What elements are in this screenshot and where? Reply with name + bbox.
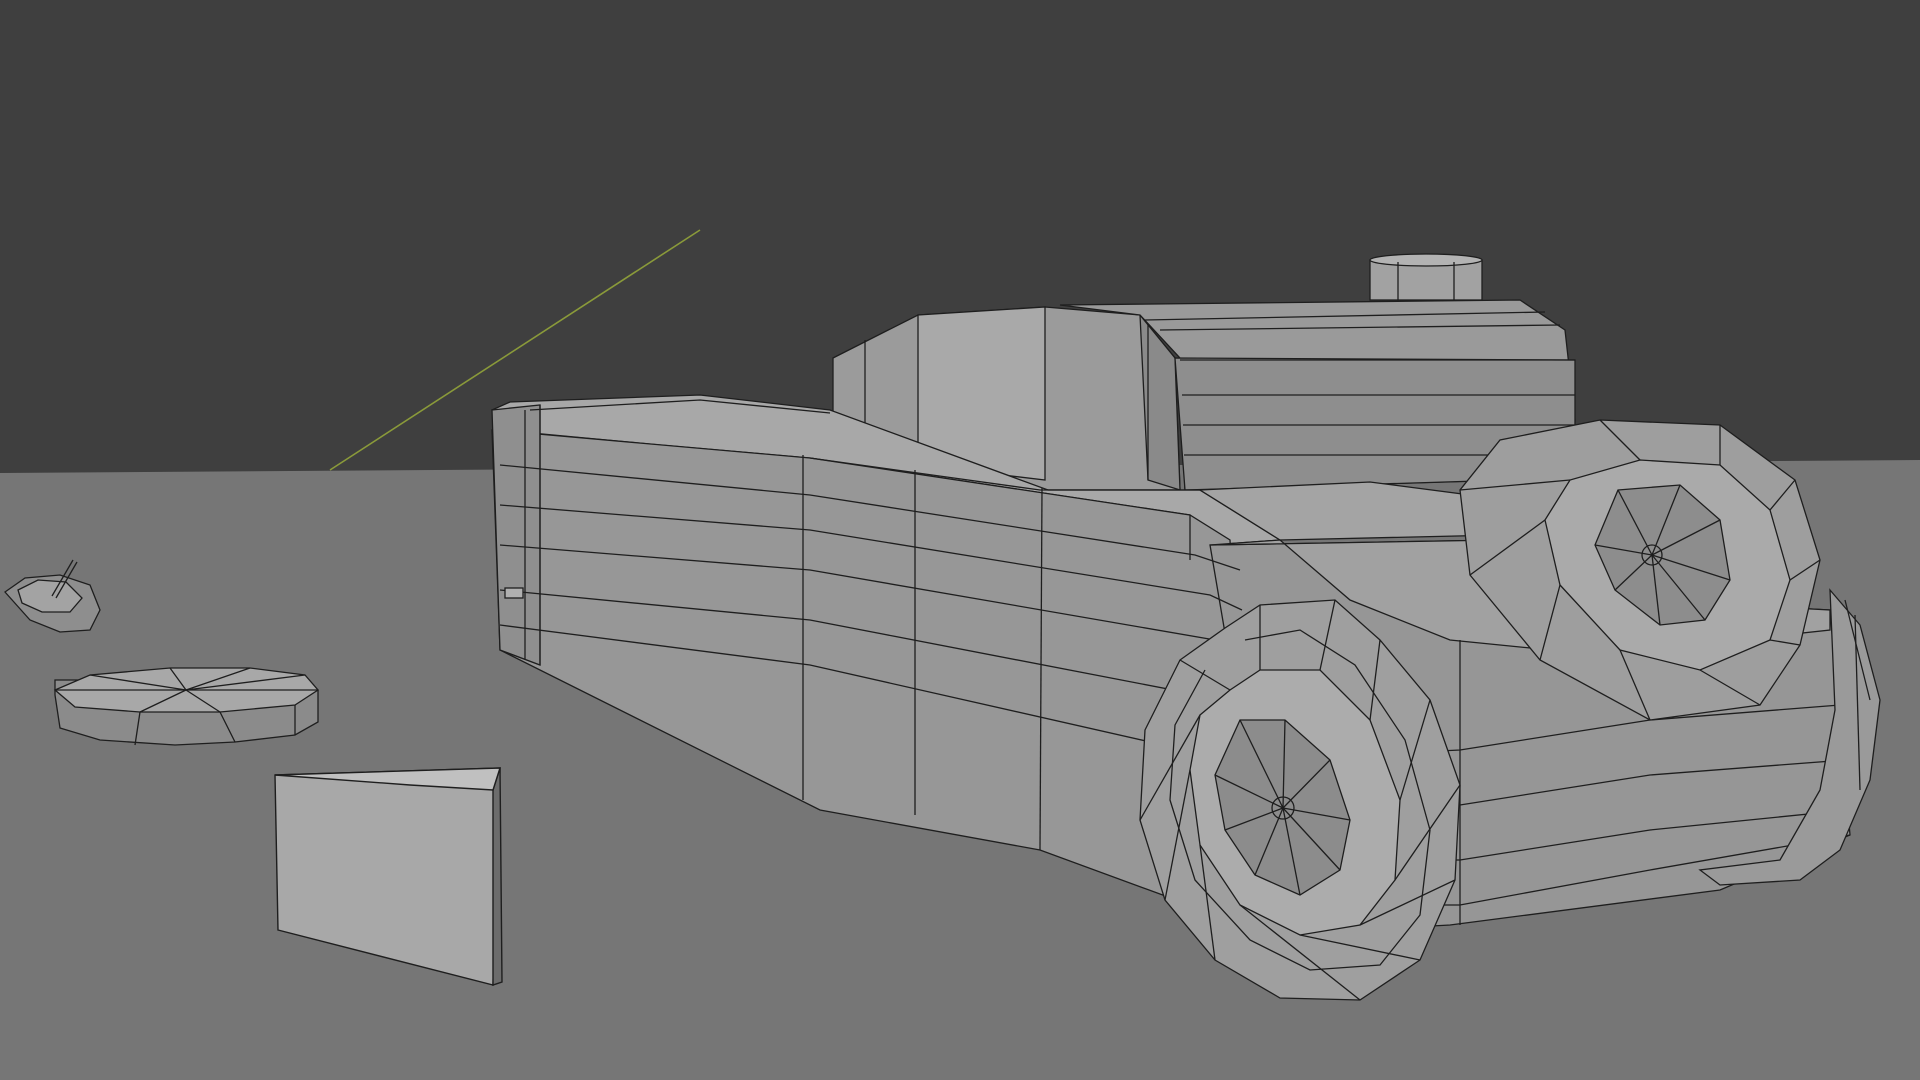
3d-viewport[interactable] [0,0,1920,1080]
octagon-disc[interactable] [53,667,319,746]
roof-cylinder[interactable] [1369,253,1483,301]
scene-render[interactable] [0,0,1920,1080]
